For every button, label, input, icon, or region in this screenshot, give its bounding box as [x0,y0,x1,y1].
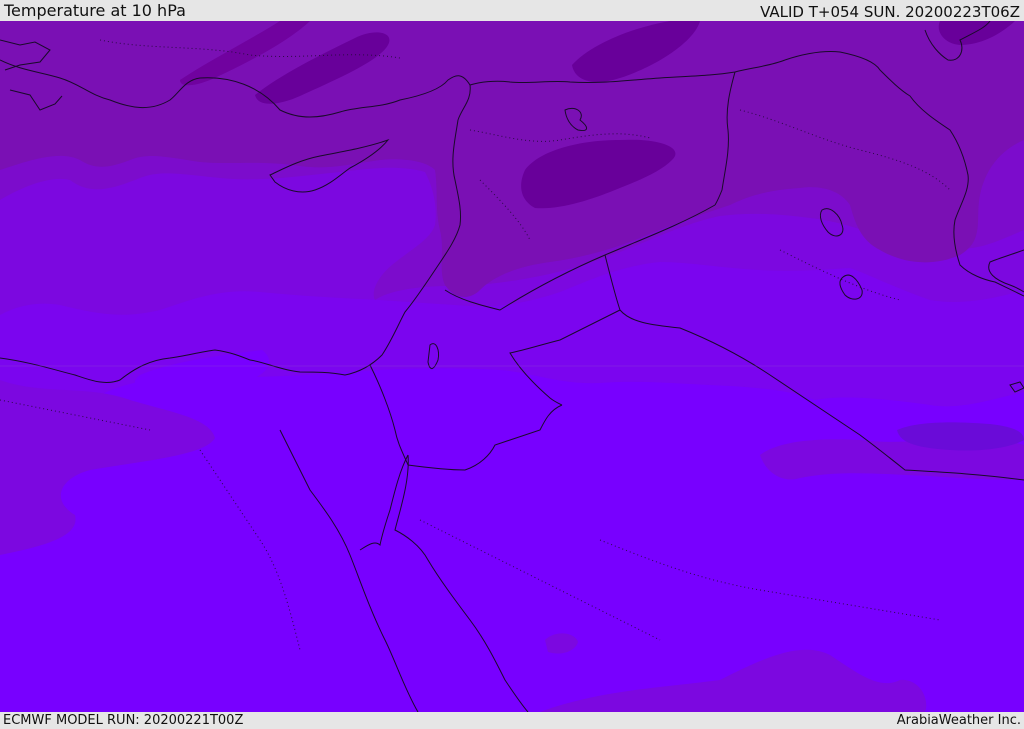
weather-map[interactable] [0,21,1024,712]
model-run-label: ECMWF MODEL RUN: 20200221T00Z [3,713,244,728]
brand-label: ArabiaWeather Inc. [896,713,1021,728]
map-title: Temperature at 10 hPa [4,1,186,20]
header-bar: Temperature at 10 hPa VALID T+054 SUN. 2… [0,0,1024,21]
map-viewer: Temperature at 10 hPa VALID T+054 SUN. 2… [0,0,1024,729]
valid-time-label: VALID T+054 SUN. 20200223T06Z [760,3,1020,21]
temperature-field [0,21,1024,712]
footer-bar: ECMWF MODEL RUN: 20200221T00Z ArabiaWeat… [0,712,1024,729]
